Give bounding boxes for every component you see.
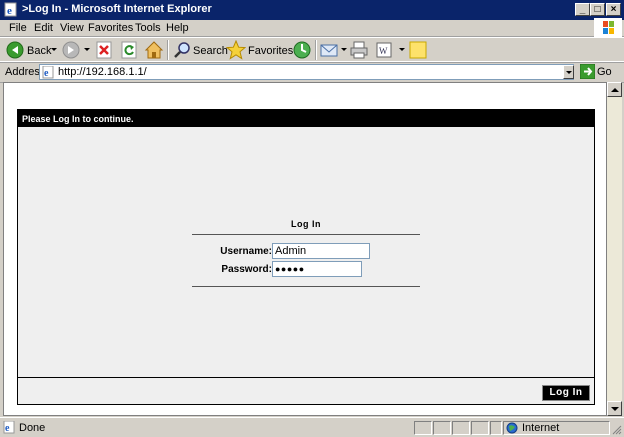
svg-text:e: e [44, 68, 49, 79]
globe-icon [506, 422, 518, 434]
page-done-icon: e [3, 421, 15, 434]
maximize-button[interactable]: □ [590, 3, 605, 16]
favorites-star-icon [226, 40, 246, 60]
standard-toolbar: Back Search Favorites W [0, 37, 624, 63]
panel-header-text: Please Log In to continue. [22, 114, 134, 124]
svg-text:W: W [379, 46, 388, 56]
svg-text:e: e [7, 5, 12, 17]
back-dropdown-icon[interactable] [51, 48, 57, 51]
history-icon[interactable] [292, 40, 312, 60]
username-input[interactable]: Admin [272, 243, 370, 259]
back-label: Back [27, 45, 52, 57]
minimize-button[interactable]: _ [575, 3, 590, 16]
go-arrow-icon[interactable] [580, 64, 595, 79]
username-label: Username: [220, 246, 272, 257]
title-bar[interactable]: e >Log In - Microsoft Internet Explorer … [0, 0, 624, 20]
password-label: Password: [221, 264, 272, 275]
search-icon [174, 42, 190, 58]
edit-icon[interactable]: W [376, 41, 394, 59]
home-icon[interactable] [144, 40, 164, 60]
address-bar: Address e http://192.168.1.1/ Go [0, 61, 624, 83]
address-url: http://192.168.1.1/ [58, 66, 147, 78]
window-title: >Log In - Microsoft Internet Explorer [22, 3, 212, 15]
back-arrow-icon [6, 41, 24, 59]
resize-grip-icon[interactable] [611, 424, 622, 435]
forward-arrow-icon[interactable] [62, 41, 80, 59]
print-icon[interactable] [349, 40, 369, 60]
footer-divider [18, 377, 594, 378]
windows-logo-icon [594, 18, 622, 38]
status-text: Done [19, 422, 46, 434]
password-input[interactable]: ●●●●● [272, 261, 362, 277]
divider-bottom [192, 286, 420, 287]
menu-favorites[interactable]: Favorites [84, 21, 137, 35]
menu-tools[interactable]: Tools [131, 21, 165, 35]
go-button[interactable]: Go [597, 66, 612, 78]
zone-label: Internet [522, 422, 560, 434]
menu-view[interactable]: View [56, 21, 88, 35]
vertical-scrollbar[interactable] [607, 82, 622, 416]
page-icon: e [42, 66, 54, 79]
login-button[interactable]: Log In [542, 385, 590, 401]
address-input[interactable]: e http://192.168.1.1/ [39, 64, 574, 80]
mail-dropdown-icon[interactable] [341, 48, 347, 51]
refresh-icon[interactable] [121, 41, 138, 59]
close-button[interactable]: × [606, 3, 621, 16]
menu-file[interactable]: File [5, 21, 31, 35]
discuss-icon[interactable] [409, 41, 427, 59]
menu-bar: File Edit View Favorites Tools Help [0, 20, 624, 37]
divider-top [192, 234, 420, 235]
login-panel: Please Log In to continue. Log In Userna… [17, 109, 595, 405]
favorites-label: Favorites [248, 45, 294, 57]
menu-edit[interactable]: Edit [30, 21, 57, 35]
mail-icon[interactable] [320, 41, 340, 59]
favorites-button[interactable]: Favorites [226, 40, 293, 60]
back-button[interactable]: Back [4, 40, 56, 60]
svg-text:e: e [5, 423, 10, 434]
status-bar: e Done Internet [0, 417, 624, 437]
forward-dropdown-icon[interactable] [84, 48, 90, 51]
panel-header: Please Log In to continue. [18, 110, 594, 127]
login-heading: Log In [291, 219, 321, 229]
zone-panel: Internet [503, 421, 610, 435]
address-dropdown-button[interactable] [563, 65, 574, 79]
ie-page-icon: e [4, 2, 17, 17]
scroll-up-button[interactable] [607, 82, 622, 97]
scroll-down-button[interactable] [607, 401, 622, 416]
search-label: Search [193, 45, 228, 57]
menu-help[interactable]: Help [162, 21, 193, 35]
stop-icon[interactable] [96, 41, 113, 59]
search-button[interactable]: Search [172, 40, 228, 60]
edit-dropdown-icon[interactable] [399, 48, 405, 51]
